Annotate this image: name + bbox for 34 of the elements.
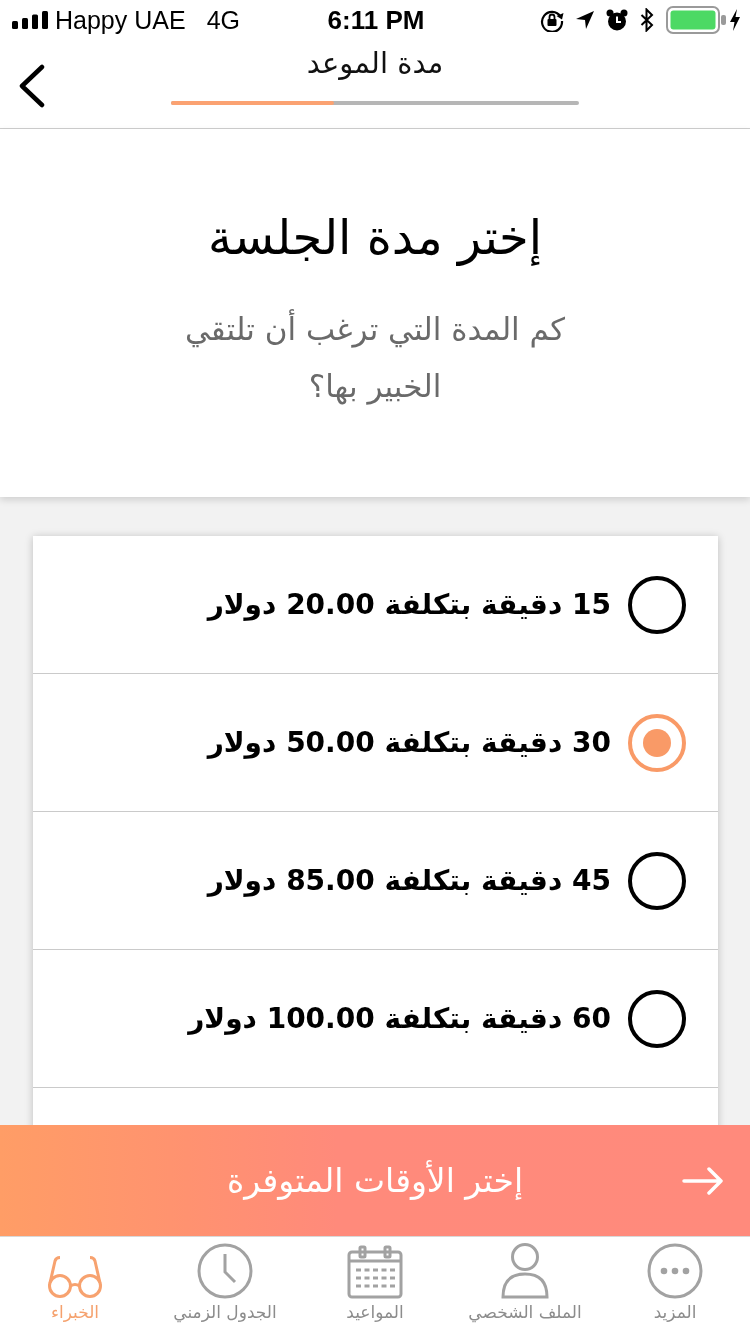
page-subtitle: كم المدة التي ترغب أن تلتقي الخبير بها؟ <box>184 308 566 407</box>
carrier-name: Happy UAE <box>55 5 186 35</box>
option-label: 30 دقيقة بتكلفة 50.00 دولار <box>207 726 611 759</box>
screen-title: مدة الموعد <box>306 46 444 80</box>
option-label: 60 دقيقة بتكلفة 100.00 دولار <box>188 1002 611 1035</box>
chevron-left-icon <box>18 63 46 108</box>
radio-button[interactable] <box>628 713 686 772</box>
tab-item[interactable]: الخبراء <box>0 1237 150 1334</box>
radio-button[interactable] <box>628 851 686 910</box>
signal-icon <box>12 11 48 29</box>
arrow-right-icon <box>682 1166 724 1195</box>
person-icon <box>501 1243 549 1299</box>
radio-button[interactable] <box>628 989 686 1048</box>
calendar-icon <box>347 1245 403 1299</box>
network-type: 4G <box>206 5 240 35</box>
clock-icon <box>197 1243 253 1299</box>
bolt-icon <box>730 9 740 31</box>
option-label: 45 دقيقة بتكلفة 85.00 دولار <box>207 864 611 897</box>
tab-item[interactable]: المواعيد <box>300 1237 450 1334</box>
tab-item[interactable]: المزيد <box>600 1237 750 1334</box>
glasses-icon <box>47 1255 103 1299</box>
clock-time: 6:11 PM <box>327 4 425 36</box>
option-label: 15 دقيقة بتكلفة 20.00 دولار <box>207 588 611 621</box>
tab-item[interactable]: الجدول الزمني <box>150 1237 300 1334</box>
location-arrow-icon <box>576 11 594 29</box>
battery-icon <box>666 6 726 34</box>
more-icon <box>647 1243 703 1299</box>
alarm-clock-icon <box>606 9 628 31</box>
available-times-button[interactable]: إختر الأوقات المتوفرة <box>0 1125 750 1236</box>
page-heading: إختر مدة الجلسة <box>208 208 542 268</box>
tab-item[interactable]: الملف الشخصي <box>450 1237 600 1334</box>
radio-button[interactable] <box>628 575 686 634</box>
bluetooth-icon <box>640 8 654 32</box>
rotation-lock-icon <box>540 8 564 32</box>
